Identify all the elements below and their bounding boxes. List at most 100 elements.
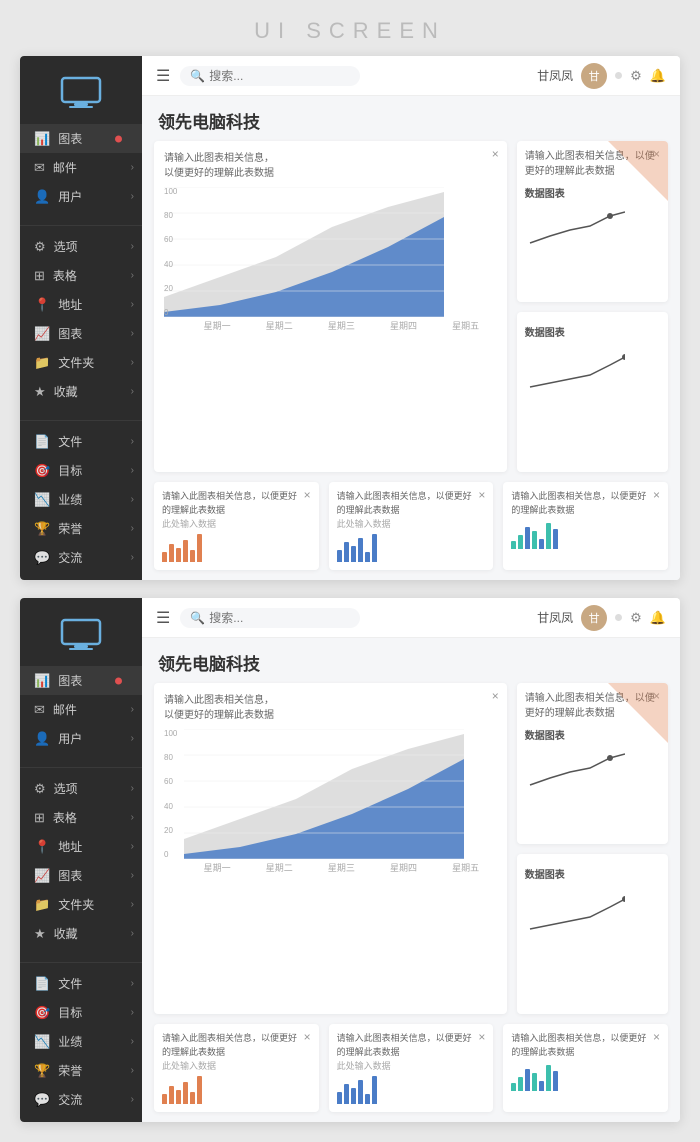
sidebar-item-chart2-b[interactable]: 📈 图表 › bbox=[20, 861, 142, 890]
status-dot-2 bbox=[615, 614, 622, 621]
search-icon-2: 🔍 bbox=[190, 611, 205, 625]
file-icon: 📄 bbox=[34, 434, 50, 450]
sidebar-item-file[interactable]: 📄 文件 › bbox=[20, 427, 142, 456]
sidebar-item-user-b[interactable]: 👤 用户 › bbox=[20, 724, 142, 753]
chart-close-btn-4[interactable]: × bbox=[304, 1030, 311, 1044]
bar bbox=[546, 523, 551, 549]
sidebar-item-options[interactable]: ⚙ 选项 › bbox=[20, 232, 142, 261]
bell-icon-2[interactable]: 🔔 bbox=[650, 610, 666, 626]
sidebar-item-folder[interactable]: 📁 文件夹 › bbox=[20, 348, 142, 377]
sidebar-item-address[interactable]: 📍 地址 › bbox=[20, 290, 142, 319]
bottom-card-2: × 请输入此图表相关信息，以便更好的理解此表数据 此处输入数据 bbox=[329, 482, 494, 570]
sidebar-2: 📊 图表 ✉ 邮件 › 👤 用户 › ⚙ 选项 › ⊞ bbox=[20, 598, 142, 1122]
bar bbox=[511, 1083, 516, 1091]
search-input[interactable] bbox=[209, 69, 350, 83]
input-label-2: 此处输入数据 bbox=[337, 517, 486, 530]
chart-y-labels-2: 100 80 60 40 20 0 bbox=[164, 729, 184, 859]
mini-line-chart-2b bbox=[525, 889, 625, 934]
search-input-2[interactable] bbox=[209, 611, 350, 625]
side-card-2b: 数据图表 bbox=[517, 854, 668, 1015]
sidebar-divider-2 bbox=[20, 420, 142, 421]
chart-desc-2: 请输入此图表相关信息，以便更好的理解此表数据 bbox=[164, 693, 304, 723]
bar bbox=[183, 1082, 188, 1104]
sidebar: 📊 图表 ✉ 邮件 › 👤 用户 › ⚙ 选项 › ⊞ bbox=[20, 56, 142, 580]
sidebar-item-file-b[interactable]: 📄 文件 › bbox=[20, 969, 142, 998]
sidebar-logo-2 bbox=[20, 610, 142, 666]
sidebar-item-perf-b[interactable]: 📉 业绩 › bbox=[20, 1027, 142, 1056]
chart-close-btn[interactable]: × bbox=[492, 147, 499, 161]
sidebar-item-honor[interactable]: 🏆 荣誉 › bbox=[20, 514, 142, 543]
chart-y-labels: 100 80 60 40 20 0 bbox=[164, 187, 184, 317]
sidebar-item-chart-b[interactable]: 📊 图表 bbox=[20, 666, 142, 695]
bottom-card-desc-2b: 请输入此图表相关信息，以便更好的理解此表数据 bbox=[337, 1032, 477, 1059]
mini-bar-chart-1 bbox=[162, 534, 311, 562]
charts-bottom-2: × 请输入此图表相关信息，以便更好的理解此表数据 此处输入数据 × 请输入此图表… bbox=[142, 1024, 680, 1122]
gear-icon-2[interactable]: ⚙ bbox=[630, 610, 642, 626]
chart-icon: 📊 bbox=[34, 131, 50, 147]
search-bar[interactable]: 🔍 bbox=[180, 66, 360, 86]
monitor-icon bbox=[59, 76, 103, 108]
main-chart-card: × 请输入此图表相关信息，以便更好的理解此表数据 100 80 60 40 20… bbox=[154, 141, 507, 472]
arrow-icon-b: › bbox=[131, 1065, 134, 1076]
perf-icon-b: 📉 bbox=[34, 1034, 50, 1050]
bar bbox=[365, 552, 370, 562]
arrow-icon: › bbox=[131, 162, 134, 173]
sidebar-item-target[interactable]: 🎯 目标 › bbox=[20, 456, 142, 485]
notification-dot-b bbox=[115, 677, 122, 684]
bar bbox=[511, 541, 516, 549]
menu-icon[interactable]: ☰ bbox=[156, 66, 170, 86]
sidebar-item-honor-b[interactable]: 🏆 荣誉 › bbox=[20, 1056, 142, 1085]
menu-icon-2[interactable]: ☰ bbox=[156, 608, 170, 628]
sidebar-item-target-b[interactable]: 🎯 目标 › bbox=[20, 998, 142, 1027]
input-label-1: 此处输入数据 bbox=[162, 517, 311, 530]
bell-icon[interactable]: 🔔 bbox=[650, 68, 666, 84]
table-icon-b: ⊞ bbox=[34, 810, 45, 826]
sidebar-item-mail[interactable]: ✉ 邮件 › bbox=[20, 153, 142, 182]
chart-close-btn-6[interactable]: × bbox=[653, 1030, 660, 1044]
side-card-1b: × 请输入此图表相关信息，以便更好的理解此表数据 数据图表 bbox=[517, 683, 668, 844]
mail-icon-b: ✉ bbox=[34, 702, 45, 718]
chart2-icon: 📈 bbox=[34, 326, 50, 342]
sidebar-item-folder-b[interactable]: 📁 文件夹 › bbox=[20, 890, 142, 919]
page-title: UI SCREEN bbox=[254, 18, 446, 43]
input-label-1b: 此处输入数据 bbox=[162, 1059, 311, 1072]
sidebar-item-mail-b[interactable]: ✉ 邮件 › bbox=[20, 695, 142, 724]
chart-close-btn[interactable]: × bbox=[478, 488, 485, 502]
gear-icon[interactable]: ⚙ bbox=[630, 68, 642, 84]
chart-close-btn-5[interactable]: × bbox=[478, 1030, 485, 1044]
sidebar-item-perf[interactable]: 📉 业绩 › bbox=[20, 485, 142, 514]
user-name-2: 甘凤凤 bbox=[537, 609, 573, 626]
chart-close-btn[interactable]: × bbox=[304, 488, 311, 502]
sidebar-item-table[interactable]: ⊞ 表格 › bbox=[20, 261, 142, 290]
sidebar-item-chart2[interactable]: 📈 图表 › bbox=[20, 319, 142, 348]
star-icon: ★ bbox=[34, 384, 46, 400]
sidebar-item-user[interactable]: 👤 用户 › bbox=[20, 182, 142, 211]
bar bbox=[553, 1071, 558, 1091]
sidebar-item-address-b[interactable]: 📍 地址 › bbox=[20, 832, 142, 861]
arrow-icon-b: › bbox=[131, 1036, 134, 1047]
chart-close-btn-2[interactable]: × bbox=[492, 689, 499, 703]
search-bar-2[interactable]: 🔍 bbox=[180, 608, 360, 628]
sidebar-item-chat[interactable]: 💬 交流 › bbox=[20, 543, 142, 572]
arrow-icon-b: › bbox=[131, 733, 134, 744]
sidebar-item-star-b[interactable]: ★ 收藏 › bbox=[20, 919, 142, 948]
chart-close-btn[interactable]: × bbox=[653, 488, 660, 502]
folder-icon: 📁 bbox=[34, 355, 50, 371]
chart2-icon-b: 📈 bbox=[34, 868, 50, 884]
bar bbox=[162, 1094, 167, 1104]
arrow-icon-b: › bbox=[131, 704, 134, 715]
bar bbox=[518, 535, 523, 549]
sidebar-item-star[interactable]: ★ 收藏 › bbox=[20, 377, 142, 406]
triangle-deco bbox=[608, 141, 668, 201]
bar bbox=[532, 1073, 537, 1091]
sidebar-item-table-b[interactable]: ⊞ 表格 › bbox=[20, 803, 142, 832]
sidebar-item-options-b[interactable]: ⚙ 选项 › bbox=[20, 774, 142, 803]
sidebar-group-3b: 📄 文件 › 🎯 目标 › 📉 业绩 › 🏆 荣誉 › 💬 交流 bbox=[20, 969, 142, 1122]
mini-line-chart-b bbox=[525, 750, 625, 790]
sidebar-divider-2b bbox=[20, 962, 142, 963]
sidebar-item-chart[interactable]: 📊 图表 bbox=[20, 124, 142, 153]
options-icon: ⚙ bbox=[34, 239, 46, 255]
area-chart-svg bbox=[164, 187, 444, 317]
bar bbox=[169, 544, 174, 562]
sidebar-item-chat-b[interactable]: 💬 交流 › bbox=[20, 1085, 142, 1114]
